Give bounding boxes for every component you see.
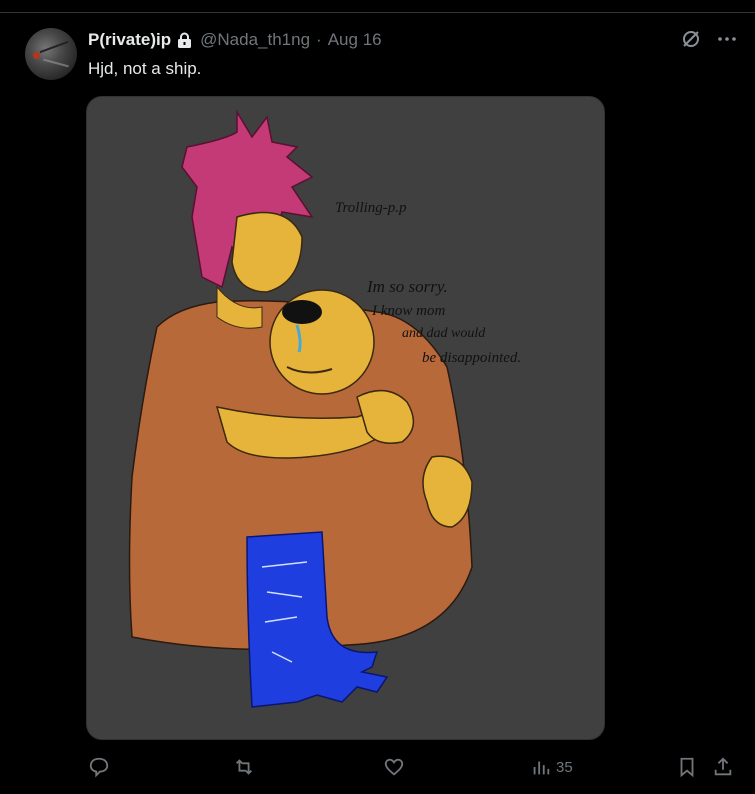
repost-icon [236, 759, 252, 775]
heart-icon [384, 758, 404, 776]
share-icon [714, 757, 732, 776]
annotation-4: and dad would [402, 326, 486, 341]
post-media[interactable]: Trolling-p.p Im so sorry. I know mom and… [86, 96, 605, 740]
views-icon [533, 761, 550, 775]
grok-icon[interactable] [681, 29, 701, 49]
annotation-3: I know mom [371, 303, 445, 319]
repost-button[interactable] [233, 756, 259, 778]
separator: · [316, 30, 322, 49]
reply-icon [89, 757, 109, 778]
avatar[interactable] [25, 28, 77, 80]
action-bar: 35 [88, 756, 740, 778]
top-actions [681, 29, 737, 49]
views-count: 35 [556, 758, 573, 776]
annotation-1: Trolling-p.p [335, 200, 407, 216]
annotation-5: be disappointed. [422, 350, 521, 366]
like-button[interactable] [383, 756, 409, 778]
post[interactable]: P(rivate)ip @Nada_th1ng · Aug 16 Hjd, no… [0, 13, 755, 794]
reply-button[interactable] [88, 756, 114, 778]
drawing-illustration: Trolling-p.p Im so sorry. I know mom and… [128, 109, 521, 708]
more-icon[interactable] [717, 36, 737, 42]
lock-icon [177, 32, 192, 49]
share-button[interactable] [712, 756, 734, 778]
post-date[interactable]: Aug 16 [328, 30, 382, 50]
display-name[interactable]: P(rivate)ip [88, 30, 171, 50]
post-text: Hjd, not a ship. [88, 59, 202, 78]
bookmark-button[interactable] [676, 756, 698, 778]
annotation-2: Im so sorry. [366, 277, 448, 296]
handle[interactable]: @Nada_th1ng [200, 30, 310, 50]
views-button[interactable]: 35 [530, 756, 573, 778]
bookmark-icon [680, 757, 694, 778]
post-header: P(rivate)ip @Nada_th1ng · Aug 16 [88, 29, 382, 51]
